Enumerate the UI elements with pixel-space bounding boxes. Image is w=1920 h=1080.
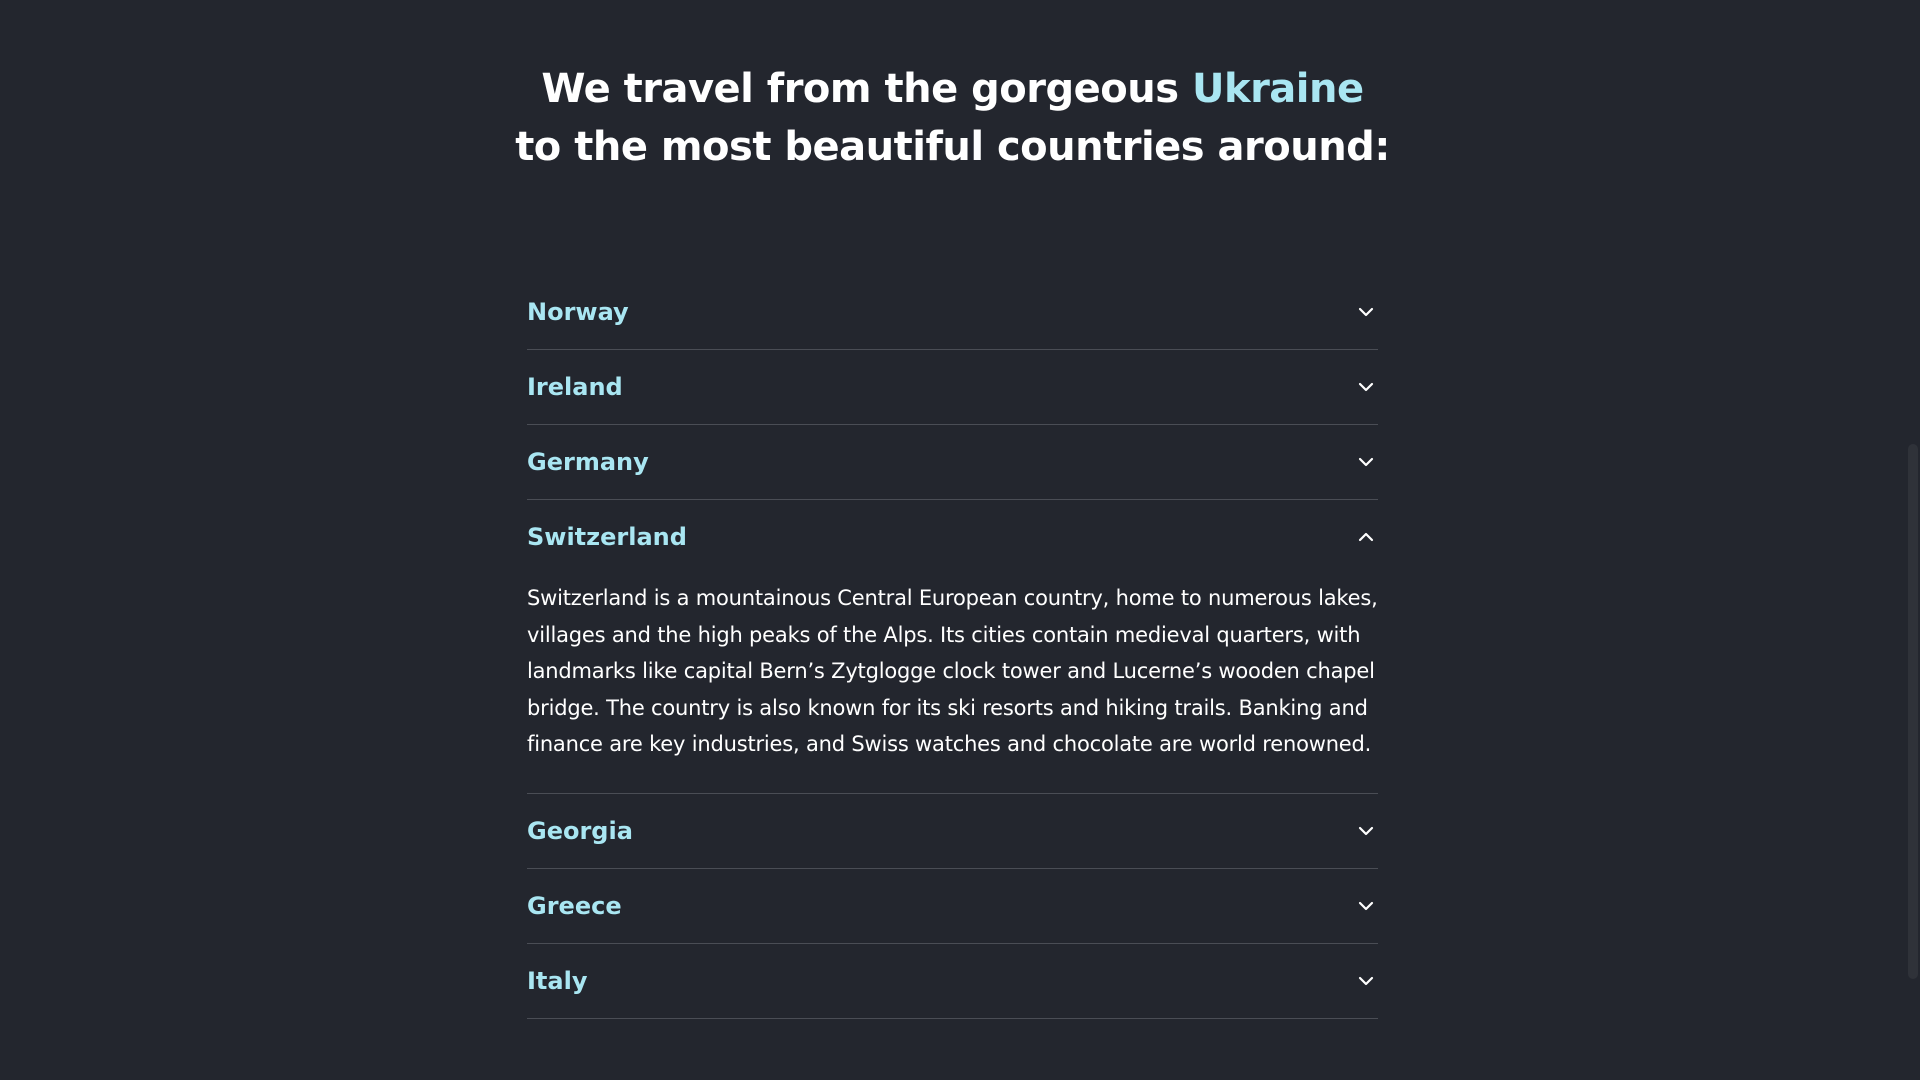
accordion-title: Norway [527, 298, 629, 326]
accordion-item-georgia: Georgia [527, 794, 1378, 869]
countries-accordion: Norway Ireland Germany Switzerland Switz… [527, 275, 1378, 1019]
accordion-body-switzerland: Switzerland is a mountainous Central Eur… [527, 586, 1378, 756]
accordion-title: Greece [527, 891, 622, 920]
accordion-header-germany[interactable]: Germany [527, 425, 1378, 499]
accordion-header-switzerland[interactable]: Switzerland [527, 500, 1378, 574]
accordion-header-ireland[interactable]: Ireland [527, 350, 1378, 424]
scrollbar-thumb[interactable] [1908, 444, 1918, 979]
accordion-item-ireland: Ireland [527, 350, 1378, 425]
accordion-item-norway: Norway [527, 275, 1378, 350]
accordion-item-germany: Germany [527, 425, 1378, 500]
chevron-down-icon[interactable] [1354, 450, 1378, 474]
accordion-header-norway[interactable]: Norway [527, 275, 1378, 349]
chevron-down-icon[interactable] [1354, 819, 1378, 843]
accordion-item-greece: Greece [527, 869, 1378, 944]
page: We travel from the gorgeous Ukraine to t… [0, 0, 1920, 1080]
accordion-item-switzerland: Switzerland Switzerland is a mountainous… [527, 500, 1378, 794]
chevron-down-icon[interactable] [1354, 894, 1378, 918]
chevron-down-icon[interactable] [1354, 969, 1378, 993]
accordion-header-greece[interactable]: Greece [527, 869, 1378, 943]
heading-accent-ukraine: Ukraine [1191, 66, 1364, 112]
accordion-title: Italy [527, 966, 588, 995]
heading-line2: to the most beautiful countries around: [515, 124, 1390, 170]
accordion-header-italy[interactable]: Italy [527, 944, 1378, 1018]
chevron-down-icon[interactable] [1354, 300, 1378, 324]
accordion-title: Georgia [527, 816, 633, 845]
accordion-header-georgia[interactable]: Georgia [527, 794, 1378, 868]
page-heading: We travel from the gorgeous Ukraine to t… [0, 60, 1905, 176]
chevron-up-icon[interactable] [1354, 525, 1378, 549]
accordion-title: Ireland [527, 373, 623, 401]
heading-line1-prefix: We travel from the gorgeous [541, 66, 1179, 112]
accordion-title: Germany [527, 448, 649, 476]
accordion-item-italy: Italy [527, 944, 1378, 1019]
accordion-title: Switzerland [527, 523, 687, 551]
chevron-down-icon[interactable] [1354, 375, 1378, 399]
